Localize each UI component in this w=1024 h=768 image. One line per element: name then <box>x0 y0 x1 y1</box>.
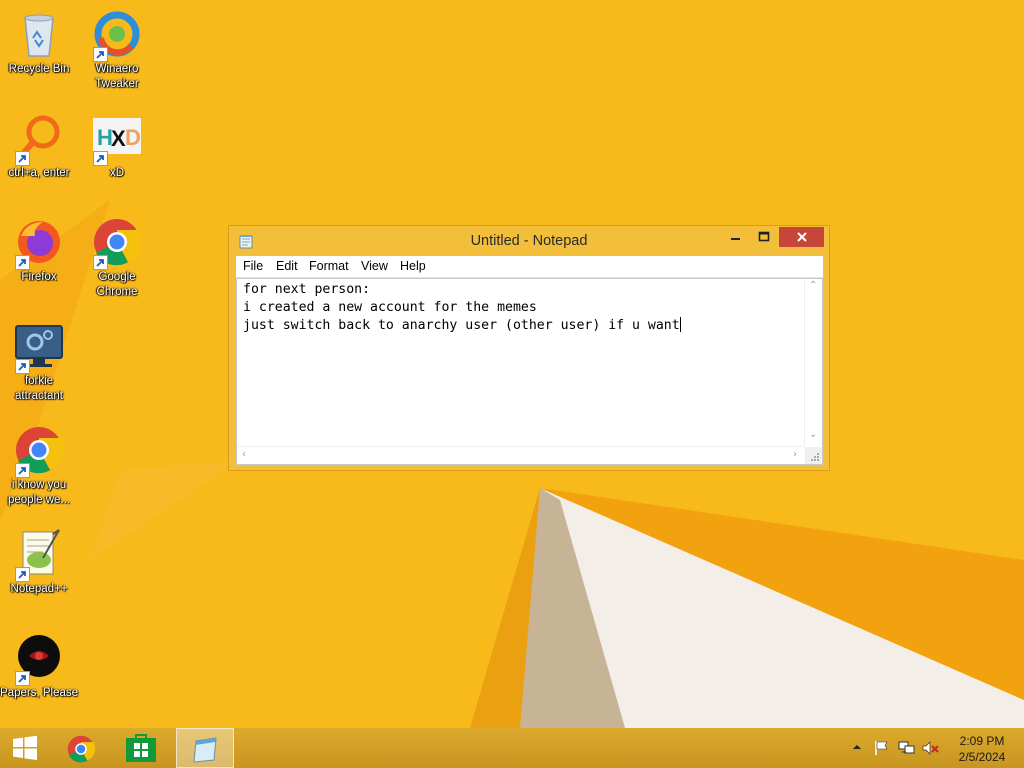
recycle-bin-icon <box>13 8 65 60</box>
shortcut-arrow-icon <box>15 463 30 478</box>
shortcut-arrow-icon <box>15 255 30 270</box>
desktop-icon-ctrl-a-enter[interactable]: ctrl+a, enter <box>0 112 78 181</box>
menu-format[interactable]: Format <box>309 259 349 273</box>
desktop-icon-recycle-bin[interactable]: Recycle Bin <box>0 8 78 77</box>
desktop-icon-papers-please[interactable]: Papers, Please <box>0 632 78 701</box>
desktop-icon-winaero-tweaker[interactable]: Winaero Tweaker <box>78 8 156 92</box>
horizontal-scrollbar[interactable]: ‹ › <box>237 446 805 464</box>
start-button[interactable] <box>0 728 50 768</box>
menu-file[interactable]: File <box>243 259 263 273</box>
title-bar[interactable]: Untitled - Notepad <box>229 226 829 256</box>
desktop-icon-notepadpp[interactable]: Notepad++ <box>0 528 78 597</box>
system-tray <box>848 728 948 768</box>
maximize-button[interactable] <box>751 227 777 247</box>
desktop-icon-label: Firefox <box>21 271 57 283</box>
hxd-icon: HXD <box>91 112 143 166</box>
windows-logo-icon <box>13 735 37 760</box>
editor-text[interactable]: for next person: i created a new account … <box>243 281 803 335</box>
svg-text:D: D <box>125 125 141 150</box>
clock-time: 2:09 PM <box>959 734 1005 748</box>
monitor-gear-icon <box>13 320 65 374</box>
desktop-icon-label: Winaero Tweaker <box>95 63 139 90</box>
speaker-muted-icon[interactable] <box>922 740 940 756</box>
desktop-icon-forkie-attractant[interactable]: forkie attractant <box>0 320 78 404</box>
taskbar-store[interactable] <box>118 728 164 768</box>
scroll-right-icon[interactable]: › <box>793 449 797 460</box>
minimize-button[interactable] <box>723 227 749 247</box>
search-app-icon <box>13 112 65 166</box>
taskbar-chrome[interactable] <box>58 728 104 768</box>
shortcut-arrow-icon <box>15 151 30 166</box>
desktop-icon-label: Recycle Bin <box>8 63 70 75</box>
menu-help[interactable]: Help <box>400 259 426 273</box>
resize-grip-icon <box>811 453 819 461</box>
chrome-icon <box>13 424 65 478</box>
minimize-icon <box>731 238 740 240</box>
notepad-window[interactable]: Untitled - Notepad File Edit Format View… <box>228 225 830 471</box>
menu-edit[interactable]: Edit <box>276 259 298 273</box>
clock-date: 2/5/2024 <box>958 750 1006 764</box>
chrome-icon <box>91 216 143 270</box>
text-line: for next person: <box>243 282 371 297</box>
desktop-icon-label: ctrl+a, enter <box>8 167 70 179</box>
clock[interactable]: 2:09 PM 2/5/2024 <box>950 733 1014 765</box>
taskbar: 2:09 PM 2/5/2024 <box>0 728 1024 768</box>
chevron-up-icon[interactable] <box>852 740 862 754</box>
close-icon <box>796 232 807 242</box>
shortcut-arrow-icon <box>93 255 108 270</box>
taskbar-notepad[interactable] <box>176 728 234 768</box>
close-button[interactable] <box>779 227 824 247</box>
text-line: just switch back to anarchy user (other … <box>243 318 680 333</box>
desktop-icon-firefox[interactable]: Firefox <box>0 216 78 285</box>
desktop-icon-xd[interactable]: HXD xD <box>78 112 156 181</box>
papers-please-icon <box>13 632 65 686</box>
shortcut-arrow-icon <box>15 359 30 374</box>
desktop-icon-label: forkie attractant <box>15 375 63 402</box>
menu-view[interactable]: View <box>361 259 388 273</box>
desktop-icon-label: Notepad++ <box>10 583 68 595</box>
chrome-icon <box>67 735 96 763</box>
notepad-icon <box>193 737 217 763</box>
desktop-icon-label: Google Chrome <box>96 271 138 298</box>
menu-bar: File Edit Format View Help <box>236 256 823 278</box>
vertical-scrollbar[interactable]: ⌃ ⌄ <box>804 279 822 447</box>
desktop-icon-label: xD <box>109 167 125 179</box>
winaero-icon <box>91 8 143 62</box>
shortcut-arrow-icon <box>93 151 108 166</box>
desktop-icon-label: i know you people we... <box>7 479 70 506</box>
desktop-icon-label: Papers, Please <box>0 687 78 699</box>
notepadpp-icon <box>13 528 65 582</box>
store-icon <box>126 734 156 762</box>
network-icon[interactable] <box>898 740 916 756</box>
shortcut-arrow-icon <box>15 567 30 582</box>
firefox-icon <box>13 216 65 270</box>
shortcut-arrow-icon <box>93 47 108 62</box>
maximize-icon <box>758 231 770 242</box>
text-caret <box>679 317 681 332</box>
scroll-up-icon[interactable]: ⌃ <box>809 280 817 291</box>
text-editor[interactable]: for next person: i created a new account … <box>236 278 823 465</box>
shortcut-arrow-icon <box>15 671 30 686</box>
flag-icon[interactable] <box>874 740 890 756</box>
svg-text:X: X <box>111 126 126 151</box>
text-line: i created a new account for the memes <box>243 300 537 315</box>
desktop-icon-google-chrome[interactable]: Google Chrome <box>78 216 156 300</box>
desktop-icon-i-know-you-people[interactable]: i know you people we... <box>0 424 78 508</box>
scroll-left-icon[interactable]: ‹ <box>242 449 246 460</box>
scroll-down-icon[interactable]: ⌄ <box>809 429 817 440</box>
resize-grip[interactable] <box>805 447 822 464</box>
